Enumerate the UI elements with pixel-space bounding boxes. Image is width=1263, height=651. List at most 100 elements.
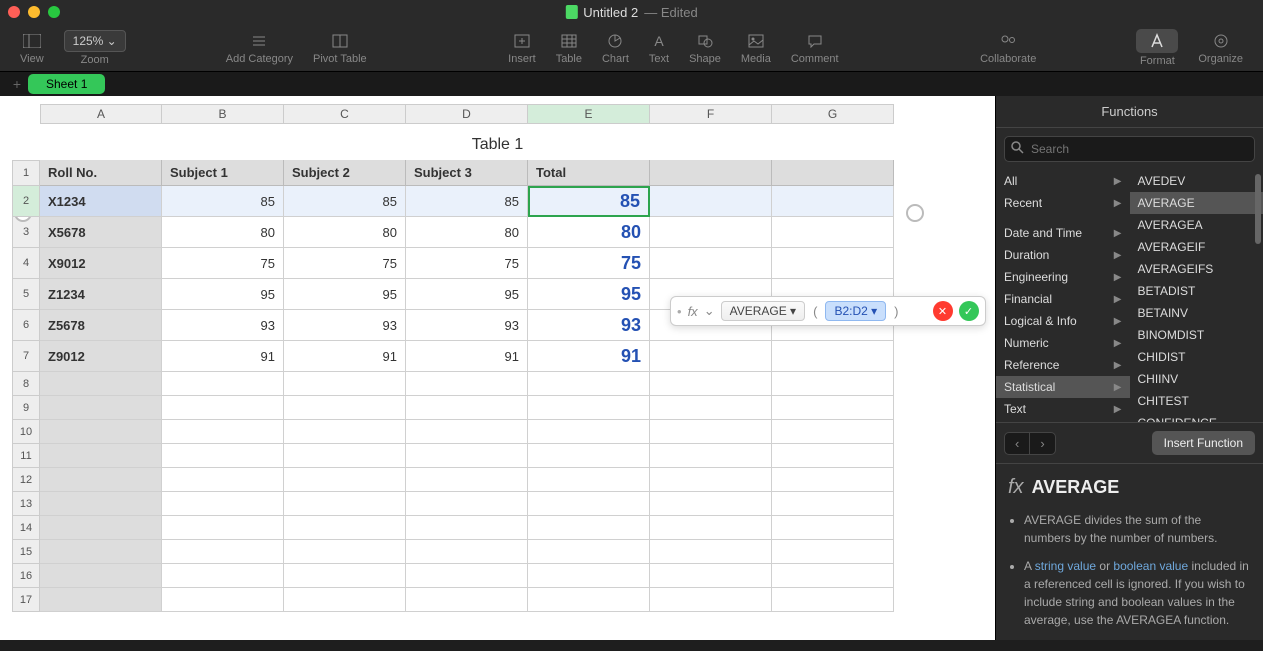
cell-f2[interactable] [650, 186, 772, 217]
minimize-window-button[interactable] [28, 6, 40, 18]
function-item[interactable]: AVERAGEA [1130, 214, 1263, 236]
nav-forward-button[interactable]: › [1030, 433, 1054, 454]
cell-d5[interactable]: 95 [406, 279, 528, 310]
cell-d4[interactable]: 75 [406, 248, 528, 279]
row-header-12[interactable]: 12 [12, 468, 40, 492]
col-header-c[interactable]: C [284, 104, 406, 124]
cell-c5[interactable]: 95 [284, 279, 406, 310]
cell-e6[interactable]: 93 [528, 310, 650, 341]
category-item[interactable]: Trigonometric▶ [996, 420, 1130, 422]
function-item[interactable]: CONFIDENCE [1130, 412, 1263, 422]
row-header-8[interactable]: 8 [12, 372, 40, 396]
row-header-17[interactable]: 17 [12, 588, 40, 612]
category-item[interactable]: Recent▶ [996, 192, 1130, 214]
formula-editor[interactable]: • fx ⌄ AVERAGE ▾ ( B2:D2 ▾ ) ✕ ✓ [670, 296, 986, 326]
row-header-2[interactable]: 2 [12, 186, 40, 217]
cell-a3[interactable]: X5678 [40, 217, 162, 248]
insert-button[interactable]: Insert [498, 31, 546, 65]
pivot-table-button[interactable]: Pivot Table [303, 31, 377, 65]
function-token[interactable]: AVERAGE ▾ [721, 301, 806, 321]
cell-c1[interactable]: Subject 2 [284, 160, 406, 186]
shape-button[interactable]: Shape [679, 31, 731, 65]
cell-d2[interactable]: 85 [406, 186, 528, 217]
row-header-9[interactable]: 9 [12, 396, 40, 420]
cell-d7[interactable]: 91 [406, 341, 528, 372]
cell-b7[interactable]: 91 [162, 341, 284, 372]
scrollbar[interactable] [1255, 174, 1261, 244]
function-item[interactable]: BETAINV [1130, 302, 1263, 324]
function-item[interactable]: CHIINV [1130, 368, 1263, 390]
formula-accept-button[interactable]: ✓ [959, 301, 979, 321]
cell-c3[interactable]: 80 [284, 217, 406, 248]
formula-cancel-button[interactable]: ✕ [933, 301, 953, 321]
category-item[interactable] [996, 214, 1130, 222]
col-header-b[interactable]: B [162, 104, 284, 124]
category-item[interactable]: Numeric▶ [996, 332, 1130, 354]
cell-c2[interactable]: 85 [284, 186, 406, 217]
row-header-5[interactable]: 5 [12, 279, 40, 310]
category-item[interactable]: Duration▶ [996, 244, 1130, 266]
range-token[interactable]: B2:D2 ▾ [825, 301, 886, 321]
row-header-3[interactable]: 3 [12, 217, 40, 248]
function-list[interactable]: AVEDEV AVERAGE AVERAGEA AVERAGEIF AVERAG… [1130, 170, 1263, 422]
category-list[interactable]: All▶ Recent▶ Date and Time▶ Duration▶ En… [996, 170, 1130, 422]
cell-c4[interactable]: 75 [284, 248, 406, 279]
cell-b4[interactable]: 75 [162, 248, 284, 279]
cell-f1[interactable] [650, 160, 772, 186]
add-category-button[interactable]: Add Category [216, 31, 303, 65]
cell-e3[interactable]: 80 [528, 217, 650, 248]
category-item[interactable]: All▶ [996, 170, 1130, 192]
cell-g2[interactable] [772, 186, 894, 217]
category-item[interactable]: Text▶ [996, 398, 1130, 420]
cell-a4[interactable]: X9012 [40, 248, 162, 279]
function-item[interactable]: AVERAGEIFS [1130, 258, 1263, 280]
cell-f7[interactable] [650, 341, 772, 372]
row-header-11[interactable]: 11 [12, 444, 40, 468]
cell-e4[interactable]: 75 [528, 248, 650, 279]
link-string-value[interactable]: string value [1035, 559, 1096, 573]
table-button[interactable]: Table [546, 31, 592, 65]
row-header-15[interactable]: 15 [12, 540, 40, 564]
chart-button[interactable]: Chart [592, 31, 639, 65]
sheet-tab-1[interactable]: Sheet 1 [28, 74, 105, 94]
close-window-button[interactable] [8, 6, 20, 18]
cell-d3[interactable]: 80 [406, 217, 528, 248]
link-boolean-value[interactable]: boolean value [1113, 559, 1188, 573]
cell-b2[interactable]: 85 [162, 186, 284, 217]
collaborate-button[interactable]: Collaborate [970, 31, 1046, 65]
cell-g1[interactable] [772, 160, 894, 186]
media-button[interactable]: Media [731, 31, 781, 65]
spreadsheet-area[interactable]: A B C D E F G Table 1 1 Roll No. Subject… [0, 96, 995, 640]
row-header-14[interactable]: 14 [12, 516, 40, 540]
cell-b1[interactable]: Subject 1 [162, 160, 284, 186]
cell-a5[interactable]: Z1234 [40, 279, 162, 310]
category-item[interactable]: Logical & Info▶ [996, 310, 1130, 332]
maximize-window-button[interactable] [48, 6, 60, 18]
col-header-g[interactable]: G [772, 104, 894, 124]
cell-a7[interactable]: Z9012 [40, 341, 162, 372]
cell-f4[interactable] [650, 248, 772, 279]
category-item[interactable]: Engineering▶ [996, 266, 1130, 288]
table-title[interactable]: Table 1 [0, 136, 995, 154]
comment-button[interactable]: Comment [781, 31, 849, 65]
function-item-average[interactable]: AVERAGE [1130, 192, 1263, 214]
category-item[interactable]: Date and Time▶ [996, 222, 1130, 244]
category-item[interactable]: Financial▶ [996, 288, 1130, 310]
search-input[interactable] [1004, 136, 1255, 162]
cell-g4[interactable] [772, 248, 894, 279]
cell-d1[interactable]: Subject 3 [406, 160, 528, 186]
cell-a2[interactable]: X1234 [40, 186, 162, 217]
col-header-f[interactable]: F [650, 104, 772, 124]
col-header-a[interactable]: A [40, 104, 162, 124]
cell-e7[interactable]: 91 [528, 341, 650, 372]
insert-function-button[interactable]: Insert Function [1152, 431, 1255, 455]
cell-e5[interactable]: 95 [528, 279, 650, 310]
cell-c7[interactable]: 91 [284, 341, 406, 372]
col-header-d[interactable]: D [406, 104, 528, 124]
function-item[interactable]: BETADIST [1130, 280, 1263, 302]
text-button[interactable]: A Text [639, 31, 679, 65]
function-item[interactable]: AVEDEV [1130, 170, 1263, 192]
cell-a1[interactable]: Roll No. [40, 160, 162, 186]
category-item-statistical[interactable]: Statistical▶ [996, 376, 1130, 398]
cell-b3[interactable]: 80 [162, 217, 284, 248]
